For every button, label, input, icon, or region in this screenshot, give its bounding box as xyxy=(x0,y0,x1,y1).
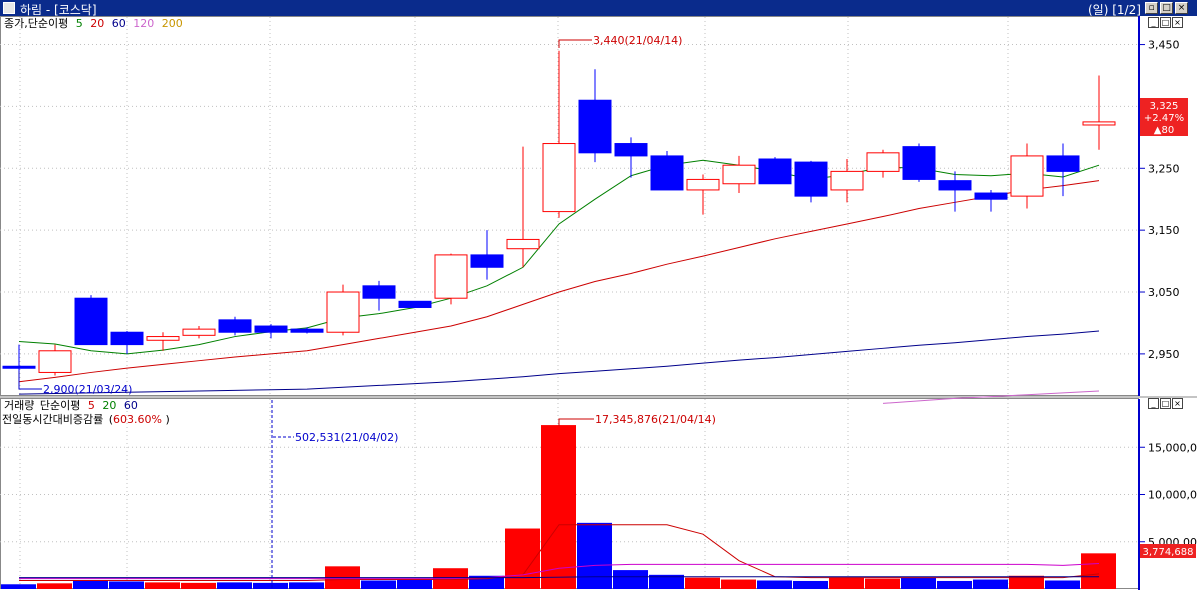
volume-legend-line2-value: 603.60% xyxy=(113,413,162,426)
crosshair-annotation: 502,531(21/04/02) xyxy=(295,431,398,444)
volume-panel-maximize-icon[interactable]: □ xyxy=(1160,398,1171,409)
low-annotation: 2,900(21/03/24) xyxy=(43,383,132,396)
current-price: 3,325 xyxy=(1150,101,1179,112)
candle-body xyxy=(614,143,648,157)
volume-bar xyxy=(613,570,648,589)
volume-current-value: 3,774,688 xyxy=(1143,547,1194,558)
candle-body xyxy=(110,331,144,346)
candle-body xyxy=(218,319,252,333)
candle-body xyxy=(182,328,216,336)
price-panel-minimize-icon[interactable]: _ xyxy=(1148,17,1159,28)
candle-body xyxy=(470,254,504,268)
price-tick-label: 3,050 xyxy=(1148,286,1180,299)
high-annotation: 3,440(21/04/14) xyxy=(593,34,682,47)
current-change-pct: +2.47% xyxy=(1144,113,1184,124)
volume-bar xyxy=(1,584,36,589)
candle-body xyxy=(290,328,324,333)
volume-bar xyxy=(865,578,900,589)
candle-body xyxy=(254,325,288,333)
volume-bar xyxy=(73,580,108,589)
candle-body xyxy=(398,300,432,308)
candle-body xyxy=(434,254,468,299)
price-legend-ma20: 20 xyxy=(90,17,104,30)
price-tick-label: 3,450 xyxy=(1148,39,1180,52)
price-tick-label: 3,250 xyxy=(1148,162,1180,175)
maximize-icon[interactable]: □ xyxy=(1160,2,1173,14)
candle-body xyxy=(38,350,72,373)
candle-body xyxy=(74,297,108,346)
volume-legend-line2-label: 전일동시간대비증감률 xyxy=(2,412,103,426)
volume-bar xyxy=(829,577,864,589)
price-legend-ma5: 5 xyxy=(76,17,83,30)
candle-body xyxy=(722,164,756,185)
candle-body xyxy=(146,336,180,341)
volume-tick-label: 10,000,000 xyxy=(1148,489,1197,502)
volume-legend-ma60: 60 xyxy=(124,399,138,412)
price-tick-label: 2,950 xyxy=(1148,348,1180,361)
price-legend-ma120: 120 xyxy=(133,17,154,30)
candle-body xyxy=(866,152,900,172)
volume-bar xyxy=(253,582,288,589)
candle-body xyxy=(758,158,792,185)
candle-body xyxy=(1082,121,1116,126)
price-panel-maximize-icon[interactable]: □ xyxy=(1160,17,1171,28)
candle-body xyxy=(686,178,720,191)
candle-body xyxy=(650,155,684,191)
price-legend-name: 종가,단순이평 xyxy=(4,17,68,30)
volume-bar xyxy=(1081,553,1116,589)
volume-legend-ma5: 5 xyxy=(88,399,95,412)
candle-body xyxy=(1010,155,1044,197)
volume-legend-name: 거래량 xyxy=(4,399,34,412)
current-change: ▲80 xyxy=(1154,125,1174,136)
volume-bar xyxy=(217,582,252,589)
candle-body xyxy=(506,238,540,250)
candle-body xyxy=(1046,155,1080,172)
window-titlebar: 하림 - [코스닥] (일) [1/2] ▫ □ × xyxy=(0,0,1197,17)
volume-tick-label: 15,000,000 xyxy=(1148,441,1197,454)
volume-bar xyxy=(757,580,792,589)
volume-bar xyxy=(397,578,432,589)
candle-body xyxy=(794,161,828,197)
volume-bar xyxy=(361,580,396,589)
candle-body xyxy=(578,99,612,154)
svg-text:거래량 단순이평 5 20: 거래량 단순이평 5 20 60 xyxy=(4,399,138,412)
price-legend-ma200: 200 xyxy=(162,17,183,30)
volume-bar xyxy=(289,582,324,589)
volume-bar xyxy=(901,577,936,589)
price-tick-label: 3,150 xyxy=(1148,224,1180,237)
volume-bar xyxy=(1045,580,1080,589)
restore-icon[interactable]: ▫ xyxy=(1145,2,1158,14)
volume-bar xyxy=(577,522,612,589)
candle-body xyxy=(326,291,360,333)
volume-bar xyxy=(541,425,576,589)
svg-text:전일동시간대비증감률 (603.60% ): 전일동시간대비증감률 (603.60% ) xyxy=(2,412,170,426)
volume-max-annotation: 17,345,876(21/04/14) xyxy=(595,413,716,426)
window-checkbox[interactable] xyxy=(3,2,15,14)
volume-bar xyxy=(937,580,972,589)
candle-body xyxy=(938,180,972,191)
candle-body xyxy=(830,170,864,191)
close-icon[interactable]: × xyxy=(1175,2,1188,14)
candle-body xyxy=(902,146,936,180)
volume-legend-ma20: 20 xyxy=(102,399,116,412)
volume-bar xyxy=(721,579,756,589)
volume-bar xyxy=(973,579,1008,589)
volume-bar xyxy=(145,582,180,589)
stock-chart[interactable]: 2,9503,0503,1503,2503,3503,450 5,000,000… xyxy=(0,16,1197,590)
candle-body xyxy=(362,285,396,299)
candle-body xyxy=(542,143,576,213)
svg-text:종가,단순이평 5 20 60: 종가,단순이평 5 20 60 120 200 xyxy=(4,17,183,30)
volume-bar xyxy=(37,583,72,589)
volume-bar xyxy=(793,580,828,589)
volume-bar xyxy=(685,577,720,589)
volume-panel-close-icon[interactable]: × xyxy=(1172,398,1183,409)
volume-panel-minimize-icon[interactable]: _ xyxy=(1148,398,1159,409)
volume-bar xyxy=(181,582,216,589)
volume-bar xyxy=(109,581,144,589)
candle-body xyxy=(974,192,1008,200)
volume-legend-ma: 단순이평 xyxy=(40,399,80,412)
price-legend-ma60: 60 xyxy=(112,17,126,30)
candle-body xyxy=(2,365,36,369)
price-panel-close-icon[interactable]: × xyxy=(1172,17,1183,28)
